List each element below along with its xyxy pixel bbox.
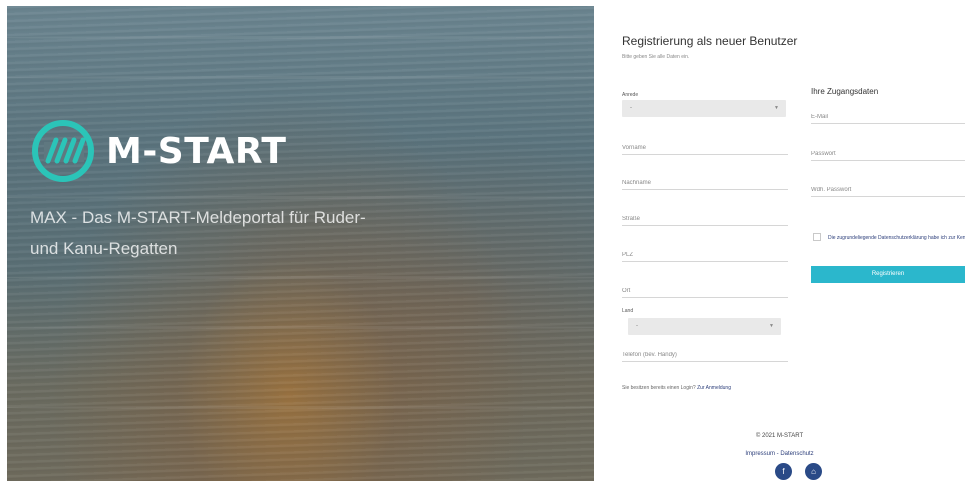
anrede-select[interactable]: - ▼ <box>622 100 786 117</box>
wave-line <box>7 36 594 39</box>
page-title: Registrierung als neuer Benutzer <box>622 34 798 48</box>
hero-tagline: MAX - Das M-START-Meldeportal für Ruder-… <box>30 208 366 258</box>
email-field[interactable] <box>811 106 965 124</box>
login-link[interactable]: Zur Anmeldung <box>697 385 731 391</box>
copyright: © 2021 M-START <box>755 433 804 439</box>
password-field[interactable] <box>811 143 965 161</box>
home-icon[interactable]: ⌂ <box>805 463 822 480</box>
privacy-text: Die zugrundeliegende Datenschutzerklärun… <box>828 235 965 241</box>
impressum-link[interactable]: Impressum <box>745 451 775 457</box>
ort-input[interactable] <box>622 288 788 294</box>
m-start-logo-icon <box>32 120 94 182</box>
telefon-field[interactable] <box>622 344 788 362</box>
login-prompt-text: Sie besitzen bereits einen Login? <box>622 385 696 391</box>
registration-panel: Registrierung als neuer Benutzer Bitte g… <box>594 0 965 481</box>
chevron-down-icon: ▼ <box>774 105 779 111</box>
wave-line <box>7 276 594 279</box>
access-section-title: Ihre Zugangsdaten <box>811 87 879 96</box>
hero-background: M-START MAX - Das M-START-Meldeportal fü… <box>7 6 594 481</box>
privacy-checkbox[interactable] <box>813 233 821 241</box>
brand-logo: M-START <box>30 118 286 184</box>
brand-name: M-START <box>106 130 287 172</box>
nachname-field[interactable] <box>622 172 788 190</box>
land-value: - <box>636 323 638 329</box>
plz-field[interactable] <box>622 244 788 262</box>
strasse-input[interactable] <box>622 216 788 222</box>
email-input[interactable] <box>811 114 965 120</box>
password-repeat-field[interactable] <box>811 179 965 197</box>
page-subtitle: Bitte geben Sie alle Daten ein. <box>622 54 690 60</box>
wave-line <box>7 326 594 329</box>
wave-line <box>7 406 594 409</box>
wave-line <box>7 76 594 79</box>
password-input[interactable] <box>811 151 965 157</box>
strasse-field[interactable] <box>622 208 788 226</box>
land-select[interactable]: - ▼ <box>628 318 781 335</box>
chevron-down-icon: ▼ <box>769 323 774 329</box>
wave-line <box>7 196 594 199</box>
password-repeat-input[interactable] <box>811 187 965 193</box>
datenschutz-link[interactable]: Datenschutz <box>780 451 813 457</box>
login-prompt: Sie besitzen bereits einen Login? Zur An… <box>622 385 731 391</box>
land-label: Land <box>622 308 634 314</box>
vorname-field[interactable] <box>622 137 788 155</box>
footer-links: Impressum - Datenschutz <box>594 451 965 457</box>
ort-field[interactable] <box>622 280 788 298</box>
anrede-label: Anrede <box>622 92 639 98</box>
telefon-input[interactable] <box>622 352 788 358</box>
anrede-value: - <box>630 105 632 111</box>
vorname-input[interactable] <box>622 145 788 151</box>
plz-input[interactable] <box>622 252 788 258</box>
facebook-icon[interactable]: f <box>775 463 792 480</box>
register-button[interactable]: Registrieren <box>811 266 965 283</box>
nachname-input[interactable] <box>622 180 788 186</box>
